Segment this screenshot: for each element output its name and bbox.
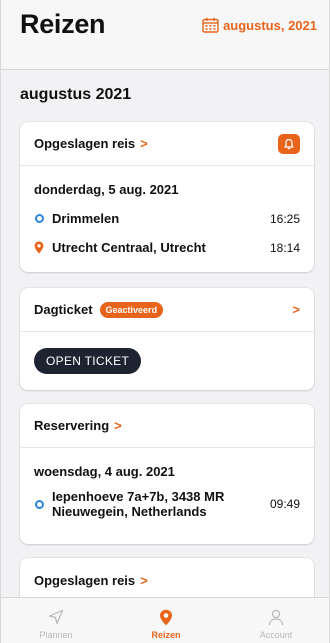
location-pin-icon bbox=[34, 241, 44, 254]
card-header[interactable]: Opgeslagen reis > bbox=[20, 122, 314, 166]
card-title: Opgeslagen reis bbox=[34, 136, 136, 151]
origin-dot-icon bbox=[34, 499, 44, 509]
notification-button[interactable] bbox=[278, 134, 300, 154]
origin-dot-icon bbox=[34, 214, 44, 223]
chevron-right-icon: > bbox=[140, 572, 148, 588]
month-picker[interactable]: augustus, 2021 bbox=[202, 17, 317, 33]
tab-label: Plannen bbox=[39, 630, 73, 640]
location-pin-icon bbox=[160, 609, 172, 625]
chevron-right-icon: > bbox=[292, 302, 300, 317]
card-title: Dagticket bbox=[34, 302, 93, 317]
chevron-right-icon: > bbox=[140, 136, 148, 151]
header: Reizen augustus, 2021 bbox=[1, 0, 329, 70]
tab-account[interactable]: Account bbox=[221, 598, 329, 643]
origin-stop: Iepenhoeve 7a+7b, 3438 MR Nieuwegein, Ne… bbox=[34, 489, 300, 519]
reservation-card[interactable]: Reservering > woensdag, 4 aug. 2021 Iepe… bbox=[20, 404, 314, 544]
stop-name-line2: Nieuwegein, Netherlands bbox=[52, 504, 207, 519]
person-icon bbox=[268, 609, 284, 625]
destination-stop: Utrecht Centraal, Utrecht 18:14 bbox=[34, 240, 300, 255]
trip-date: woensdag, 4 aug. 2021 bbox=[34, 464, 175, 479]
trip-date: donderdag, 5 aug. 2021 bbox=[34, 182, 179, 197]
tab-label: Reizen bbox=[151, 630, 181, 640]
calendar-icon bbox=[202, 17, 219, 33]
stop-name-line1: Iepenhoeve 7a+7b, 3438 MR bbox=[52, 489, 225, 504]
card-title: Reservering bbox=[34, 418, 110, 433]
stop-name: Utrecht Centraal, Utrecht bbox=[52, 240, 206, 255]
bell-icon bbox=[284, 138, 294, 150]
tab-plannen[interactable]: Plannen bbox=[1, 598, 111, 643]
navigation-arrow-icon bbox=[48, 609, 64, 625]
chevron-right-icon: > bbox=[114, 418, 122, 433]
card-header[interactable]: Dagticket Geactiveerd > bbox=[20, 288, 314, 332]
card-header[interactable]: Reservering > bbox=[20, 404, 314, 448]
card-header[interactable]: Opgeslagen reis > bbox=[20, 558, 314, 602]
month-label: augustus, 2021 bbox=[223, 17, 317, 33]
saved-trip-card[interactable]: Opgeslagen reis > donderdag, 5 aug. 2021… bbox=[20, 122, 314, 272]
tab-reizen[interactable]: Reizen bbox=[111, 598, 221, 643]
origin-stop: Drimmelen 16:25 bbox=[34, 211, 300, 226]
section-title: augustus 2021 bbox=[20, 86, 132, 103]
status-badge: Geactiveerd bbox=[99, 301, 164, 318]
tab-label: Account bbox=[259, 630, 293, 640]
stop-time: 18:14 bbox=[269, 240, 300, 255]
bottom-tab-bar: Plannen Reizen Account bbox=[1, 597, 329, 643]
page-title: Reizen bbox=[20, 9, 106, 39]
day-ticket-card[interactable]: Dagticket Geactiveerd > OPEN TICKET bbox=[20, 288, 314, 390]
stop-name: Drimmelen bbox=[52, 211, 120, 226]
open-ticket-button[interactable]: OPEN TICKET bbox=[34, 348, 142, 374]
app-screen: Reizen augustus, 2021 augustus 2021 Opge… bbox=[0, 0, 330, 643]
card-title: Opgeslagen reis bbox=[34, 572, 136, 588]
stop-time: 16:25 bbox=[269, 211, 300, 226]
stop-time: 09:49 bbox=[269, 497, 300, 511]
